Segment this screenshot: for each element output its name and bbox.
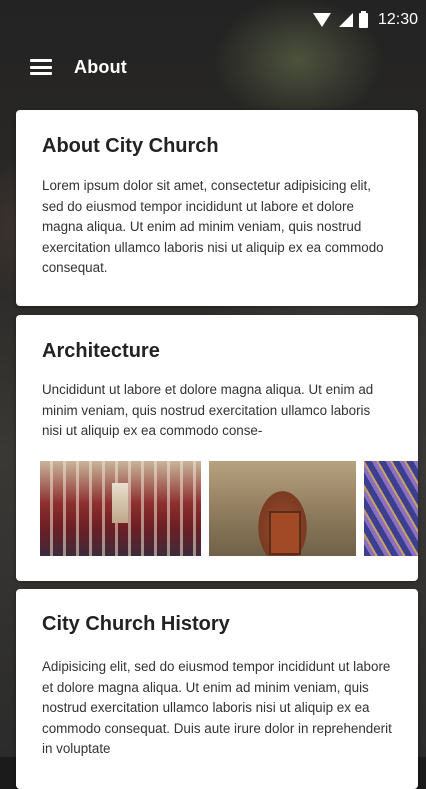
church-door-photo[interactable] (209, 461, 356, 556)
card-body: Uncididunt ut labore et dolore magna ali… (42, 382, 374, 438)
stained-glass-photo[interactable] (364, 461, 418, 556)
menu-icon[interactable] (30, 59, 52, 75)
altar-photo[interactable] (40, 461, 201, 556)
card-title: Architecture (42, 340, 160, 362)
status-bar: 12:30 (0, 0, 426, 40)
page-title: About (74, 56, 127, 77)
card-title: About City Church (42, 135, 219, 157)
architecture-card: Architecture Uncididunt ut labore et dol… (16, 315, 418, 581)
wifi-icon (312, 13, 331, 27)
card-title: City Church History (42, 613, 230, 635)
battery-icon (358, 10, 368, 28)
status-time: 12:30 (377, 11, 418, 28)
history-card: City Church History Adipisicing elit, se… (16, 589, 418, 789)
watermark: envato (136, 557, 216, 582)
photo-gallery[interactable] (40, 461, 418, 556)
card-body: Lorem ipsum dolor sit amet, consectetur … (42, 178, 384, 275)
about-card: About City Church Lorem ipsum dolor sit … (16, 110, 418, 306)
signal-icon (338, 13, 353, 27)
app-bar: About (0, 40, 426, 94)
card-body: Adipisicing elit, sed do eiusmod tempor … (42, 659, 392, 756)
